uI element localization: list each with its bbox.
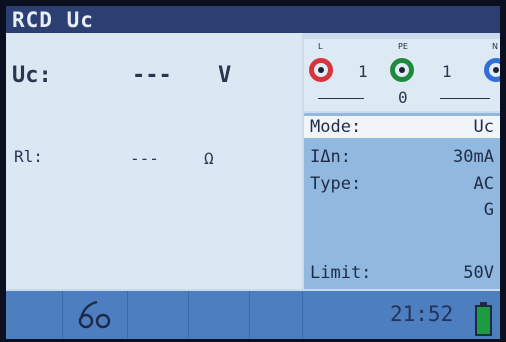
pe-n-status: 1 — [442, 62, 452, 81]
param-limit-label[interactable]: Limit: — [310, 263, 371, 283]
n-terminal-tag: N — [492, 42, 498, 51]
param-mode-label[interactable]: Mode: — [310, 117, 361, 137]
param-type-sub-value[interactable]: G — [484, 200, 494, 220]
l-terminal-icon — [309, 58, 333, 82]
param-idn-value[interactable]: 30mA — [453, 147, 494, 167]
uc-value: --- — [132, 63, 172, 88]
uc-unit: V — [218, 63, 232, 88]
test-leads-icon — [78, 300, 111, 329]
l-pe-connection-line — [318, 98, 364, 99]
param-type-value[interactable]: AC — [474, 174, 494, 194]
result-panel: Uc: --- V Rl: --- Ω — [6, 33, 302, 289]
soft-key-1[interactable] — [6, 291, 63, 339]
l-n-status: 0 — [398, 88, 408, 107]
l-terminal-tag: L — [318, 42, 323, 51]
soft-key-5[interactable] — [250, 291, 303, 339]
rl-value: --- — [130, 149, 159, 168]
pe-terminal-icon — [390, 58, 414, 82]
param-limit-value[interactable]: 50V — [463, 263, 494, 283]
soft-key-2[interactable] — [63, 291, 128, 339]
param-idn-label[interactable]: IΔn: — [310, 147, 351, 167]
instrument-screen: RCD Uc Uc: --- V Rl: --- Ω L PE N 1 1 0 … — [6, 6, 500, 339]
rl-label: Rl: — [14, 147, 43, 166]
function-title: RCD Uc — [12, 8, 94, 32]
rl-unit: Ω — [204, 149, 214, 168]
param-type-label[interactable]: Type: — [310, 174, 361, 194]
pe-n-connection-line — [440, 98, 490, 99]
battery-full-icon — [475, 305, 492, 336]
l-pe-status: 1 — [358, 62, 368, 81]
clock: 21:52 — [390, 302, 454, 326]
soft-key-3[interactable] — [128, 291, 189, 339]
uc-label: Uc: — [12, 63, 52, 88]
pe-terminal-tag: PE — [398, 42, 408, 51]
soft-key-4[interactable] — [189, 291, 250, 339]
title-bar: RCD Uc — [6, 6, 500, 33]
param-mode-value[interactable]: Uc — [474, 117, 494, 137]
